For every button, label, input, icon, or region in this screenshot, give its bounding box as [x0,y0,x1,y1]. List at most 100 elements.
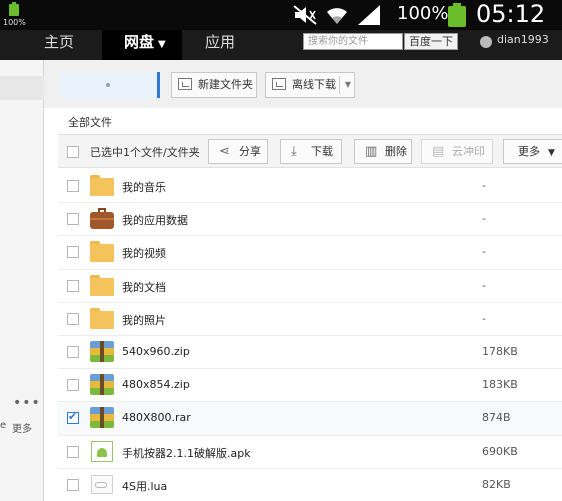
left-panel: ••• e 更多 [0,60,44,501]
printer-icon: ▤ [432,144,445,159]
chevron-down-icon[interactable]: ▼ [345,73,351,97]
folder-icon [90,175,114,196]
file-size: 183KB [482,378,518,392]
cloud-print-button[interactable]: ▤ 云冲印 [421,139,493,164]
more-dots-icon[interactable]: ••• [13,395,41,411]
row-checkbox[interactable] [67,213,79,226]
offline-download-label: 离线下载 [292,78,336,91]
file-row[interactable]: 480x854.zip 183KB [58,369,562,403]
file-size: 690KB [482,444,518,458]
page: 100% 100% 05:12 主页 网盘 ▼ 应用 搜索你的文件 百度一下 d… [0,0,562,501]
file-size: 874B [482,411,511,425]
file-name[interactable]: 480x854.zip [122,378,190,391]
new-folder-label: 新建文件夹 [198,78,253,91]
file-name[interactable]: 我的音乐 [122,179,166,195]
file-row[interactable]: 手机按器2.1.1破解版.apk 690KB [58,436,562,469]
folder-icon [90,274,114,296]
signal-icon [358,5,380,25]
file-size: - [482,179,486,192]
more-label: 更多 [518,145,540,158]
new-folder-icon [178,78,192,90]
row-checkbox[interactable] [67,246,79,259]
row-checkbox[interactable] [67,312,79,325]
wifi-icon [327,8,347,24]
row-checkbox[interactable] [67,345,79,358]
search-button[interactable]: 百度一下 [404,33,458,50]
file-row[interactable]: 我的照片 - [58,303,562,336]
file-name[interactable]: 我的应用数据 [122,212,188,228]
avatar[interactable] [480,36,492,48]
file-name[interactable]: 480X800.rar [122,411,191,424]
clock: 05:12 [476,0,546,28]
truncated-label: e [0,420,7,431]
battery-percent: 100% [397,3,449,24]
row-checkbox[interactable] [67,279,79,292]
row-checkbox-checked[interactable] [67,410,79,425]
file-row-selected[interactable]: 480X800.rar 874B [58,402,562,436]
offline-download-icon [272,78,286,90]
file-name[interactable]: 我的文档 [122,279,166,295]
nav-apps-link[interactable]: 应用 [205,30,235,60]
nav-home-link[interactable]: 主页 [44,30,74,60]
download-button[interactable]: ⤓ 下载 [280,139,342,164]
cloud-print-label: 云冲印 [452,145,485,158]
android-status-bar: 100% 100% 05:12 [0,0,562,30]
toolbar-search-box[interactable] [60,72,160,98]
file-row[interactable]: 我的文档 - [58,270,562,303]
archive-icon [90,374,114,396]
file-name[interactable]: 4S用.lua [122,478,167,494]
apk-icon [90,440,114,462]
nav-disk-tab[interactable]: 网盘 ▼ [102,30,182,60]
file-size: - [482,245,486,259]
file-row[interactable]: 4S用.lua 82KB [58,469,562,501]
new-folder-button[interactable]: 新建文件夹 [171,72,257,98]
delete-button[interactable]: ▥ 删除 [354,139,412,164]
row-checkbox[interactable] [67,180,79,192]
share-icon: ⋖ [219,144,230,159]
file-size: - [482,212,486,226]
file-size: 82KB [482,477,511,491]
file-row[interactable]: 我的应用数据 - [58,203,562,237]
file-name[interactable]: 手机按器2.1.1破解版.apk [122,445,251,461]
file-row[interactable]: 540x960.zip 178KB [58,336,562,370]
share-label: 分享 [239,145,261,158]
delete-label: 删除 [385,145,407,158]
toolbar: 新建文件夹 离线下载 ▼ [44,60,562,108]
folder-icon [90,241,114,263]
archive-icon [90,340,114,362]
download-icon: ⤓ [291,144,297,159]
select-all-checkbox[interactable] [67,146,79,158]
file-icon [90,474,114,495]
row-checkbox[interactable] [67,379,79,392]
more-button[interactable]: 更多 ▼ [503,139,562,164]
more-label[interactable]: 更多 [12,420,32,435]
file-size: - [482,311,486,325]
file-size: 178KB [482,344,518,358]
battery-icon [448,3,466,27]
mute-icon [293,5,317,25]
file-name[interactable]: 我的视频 [122,245,166,261]
file-row[interactable]: 我的音乐 - [58,170,562,204]
offline-download-button[interactable]: 离线下载 ▼ [265,72,355,98]
download-label: 下载 [311,145,333,158]
row-checkbox[interactable] [67,445,79,458]
small-battery-icon [6,2,22,18]
username-link[interactable]: dian1993 [497,33,549,46]
row-checkbox[interactable] [67,478,79,491]
site-nav-bar: 主页 网盘 ▼ 应用 搜索你的文件 百度一下 dian1993 [0,30,562,60]
file-name[interactable]: 540x960.zip [122,345,190,358]
file-row[interactable]: 我的视频 - [58,236,562,270]
status-icons [292,4,382,26]
trash-icon: ▥ [365,144,378,159]
briefcase-icon [90,208,114,230]
search-input[interactable]: 搜索你的文件 [303,33,403,50]
archive-icon [90,407,114,429]
action-bar: 已选中1个文件/文件夹 ⋖ 分享 ⤓ 下载 ▥ 删除 ▤ 云冲印 更多 ▼ [58,134,562,168]
nav-disk-label: 网盘 [124,33,155,51]
chevron-down-icon: ▼ [548,148,555,158]
share-button[interactable]: ⋖ 分享 [208,139,268,164]
main-panel: 新建文件夹 离线下载 ▼ 全部文件 已选中1个文件/文件夹 ⋖ 分享 ⤓ 下载 … [44,60,562,501]
file-name[interactable]: 我的照片 [122,312,166,328]
breadcrumb[interactable]: 全部文件 [68,114,112,130]
folder-icon [90,307,114,329]
